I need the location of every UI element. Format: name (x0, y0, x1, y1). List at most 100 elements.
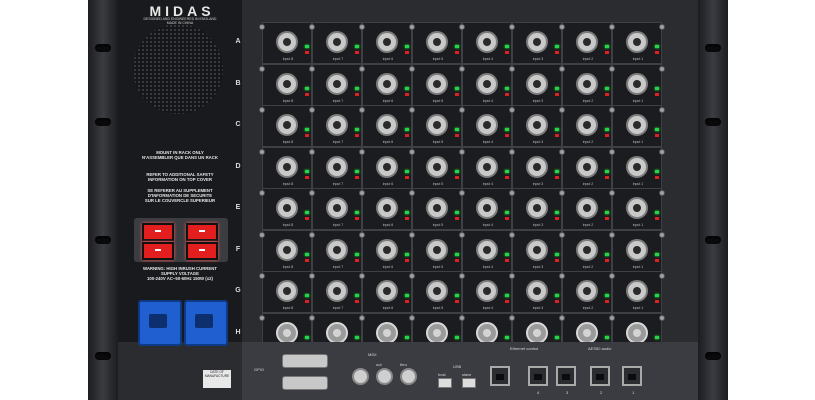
xlr-female-connector[interactable] (376, 155, 398, 178)
usb-host-port[interactable] (438, 378, 452, 388)
xlr-female-connector[interactable] (626, 72, 648, 95)
xlr-female-connector[interactable] (326, 31, 348, 53)
xlr-male-connector[interactable] (426, 321, 448, 344)
input-label: input 3 (532, 98, 544, 103)
xlr-male-connector[interactable] (276, 321, 298, 344)
power-switch-2[interactable] (186, 223, 218, 241)
xlr-female-connector[interactable] (526, 197, 548, 219)
xlr-female-connector[interactable] (526, 238, 548, 261)
aes50-port-3[interactable] (556, 366, 576, 386)
xlr-female-connector[interactable] (526, 114, 548, 136)
xlr-male-connector[interactable] (576, 321, 598, 344)
panel-screw (359, 314, 365, 321)
xlr-male-connector[interactable] (376, 321, 398, 344)
xlr-female-connector[interactable] (326, 114, 348, 136)
xlr-female-connector[interactable] (626, 238, 648, 261)
xlr-female-connector[interactable] (526, 72, 548, 95)
xlr-female-connector[interactable] (276, 31, 298, 53)
rack-ear-right (698, 0, 728, 400)
xlr-female-connector[interactable] (626, 280, 648, 302)
xlr-female-connector[interactable] (626, 155, 648, 178)
xlr-female-connector[interactable] (376, 72, 398, 95)
xlr-female-connector[interactable] (476, 197, 498, 219)
gpio-connector-1[interactable] (282, 354, 328, 368)
xlr-female-connector[interactable] (376, 238, 398, 261)
xlr-male-connector[interactable] (526, 321, 548, 344)
xlr-female-connector[interactable] (376, 280, 398, 302)
xlr-female-connector[interactable] (626, 31, 648, 53)
phantom-led (655, 258, 659, 262)
xlr-female-connector[interactable] (426, 238, 448, 261)
xlr-female-connector[interactable] (576, 72, 598, 95)
gpio-connector-2[interactable] (282, 376, 328, 390)
signal-led (605, 45, 609, 48)
xlr-female-connector[interactable] (576, 31, 598, 53)
xlr-female-connector[interactable] (526, 155, 548, 178)
aes50-port-1[interactable] (622, 366, 642, 386)
xlr-input-card: input 5 (412, 105, 462, 147)
xlr-female-connector[interactable] (276, 155, 298, 178)
xlr-female-connector[interactable] (426, 114, 448, 136)
xlr-female-connector[interactable] (426, 197, 448, 219)
xlr-female-connector[interactable] (326, 155, 348, 178)
aes50-port-4[interactable] (528, 366, 548, 386)
xlr-female-connector[interactable] (326, 197, 348, 219)
xlr-female-connector[interactable] (426, 155, 448, 178)
midi-out-port[interactable] (376, 368, 393, 385)
xlr-female-connector[interactable] (426, 280, 448, 302)
rack-hole (95, 352, 111, 360)
xlr-input-card: input 2 (562, 63, 612, 106)
xlr-female-connector[interactable] (476, 155, 498, 178)
midi-thru-port[interactable] (400, 368, 417, 385)
phantom-led (555, 217, 559, 220)
midi-in-port[interactable] (352, 368, 369, 385)
xlr-female-connector[interactable] (276, 197, 298, 219)
xlr-female-connector[interactable] (576, 238, 598, 261)
iec-power-inlet-2[interactable] (184, 300, 228, 346)
usb-slave-port[interactable] (462, 378, 476, 388)
xlr-female-connector[interactable] (276, 72, 298, 95)
xlr-female-connector[interactable] (626, 114, 648, 136)
xlr-female-connector[interactable] (476, 72, 498, 95)
xlr-female-connector[interactable] (376, 114, 398, 136)
iec-power-inlet-1[interactable] (138, 300, 182, 346)
power-switch-1[interactable] (142, 223, 174, 241)
panel-screw (509, 190, 515, 196)
xlr-female-connector[interactable] (426, 31, 448, 53)
xlr-female-connector[interactable] (526, 31, 548, 53)
xlr-input-card: input 7 (312, 188, 362, 230)
signal-led (655, 86, 659, 90)
power-switch-4[interactable] (186, 242, 218, 260)
xlr-female-connector[interactable] (326, 280, 348, 302)
xlr-female-connector[interactable] (376, 31, 398, 53)
xlr-female-connector[interactable] (526, 280, 548, 302)
xlr-female-connector[interactable] (576, 280, 598, 302)
xlr-female-connector[interactable] (276, 114, 298, 136)
xlr-male-connector[interactable] (626, 321, 648, 344)
xlr-female-connector[interactable] (626, 197, 648, 219)
xlr-female-connector[interactable] (476, 238, 498, 261)
xlr-female-connector[interactable] (426, 72, 448, 95)
xlr-female-connector[interactable] (576, 197, 598, 219)
xlr-female-connector[interactable] (276, 280, 298, 302)
phantom-led (605, 217, 609, 220)
xlr-female-connector[interactable] (376, 197, 398, 219)
panel-screw (659, 65, 665, 72)
ethernet-control-port[interactable] (490, 366, 510, 386)
xlr-male-connector[interactable] (476, 321, 498, 344)
xlr-input-card: input 4 (462, 229, 512, 272)
xlr-female-connector[interactable] (576, 155, 598, 178)
aes50-port-2[interactable] (590, 366, 610, 386)
xlr-female-connector[interactable] (326, 72, 348, 95)
aes50-number: 1 (632, 390, 635, 395)
xlr-female-connector[interactable] (476, 31, 498, 53)
row-label: F (235, 245, 241, 253)
xlr-female-connector[interactable] (326, 238, 348, 261)
xlr-female-connector[interactable] (476, 280, 498, 302)
xlr-female-connector[interactable] (476, 114, 498, 136)
xlr-female-connector[interactable] (576, 114, 598, 136)
xlr-male-connector[interactable] (326, 321, 348, 344)
power-switch-3[interactable] (142, 242, 174, 260)
xlr-input-card: input 4 (462, 271, 512, 313)
xlr-female-connector[interactable] (276, 238, 298, 261)
